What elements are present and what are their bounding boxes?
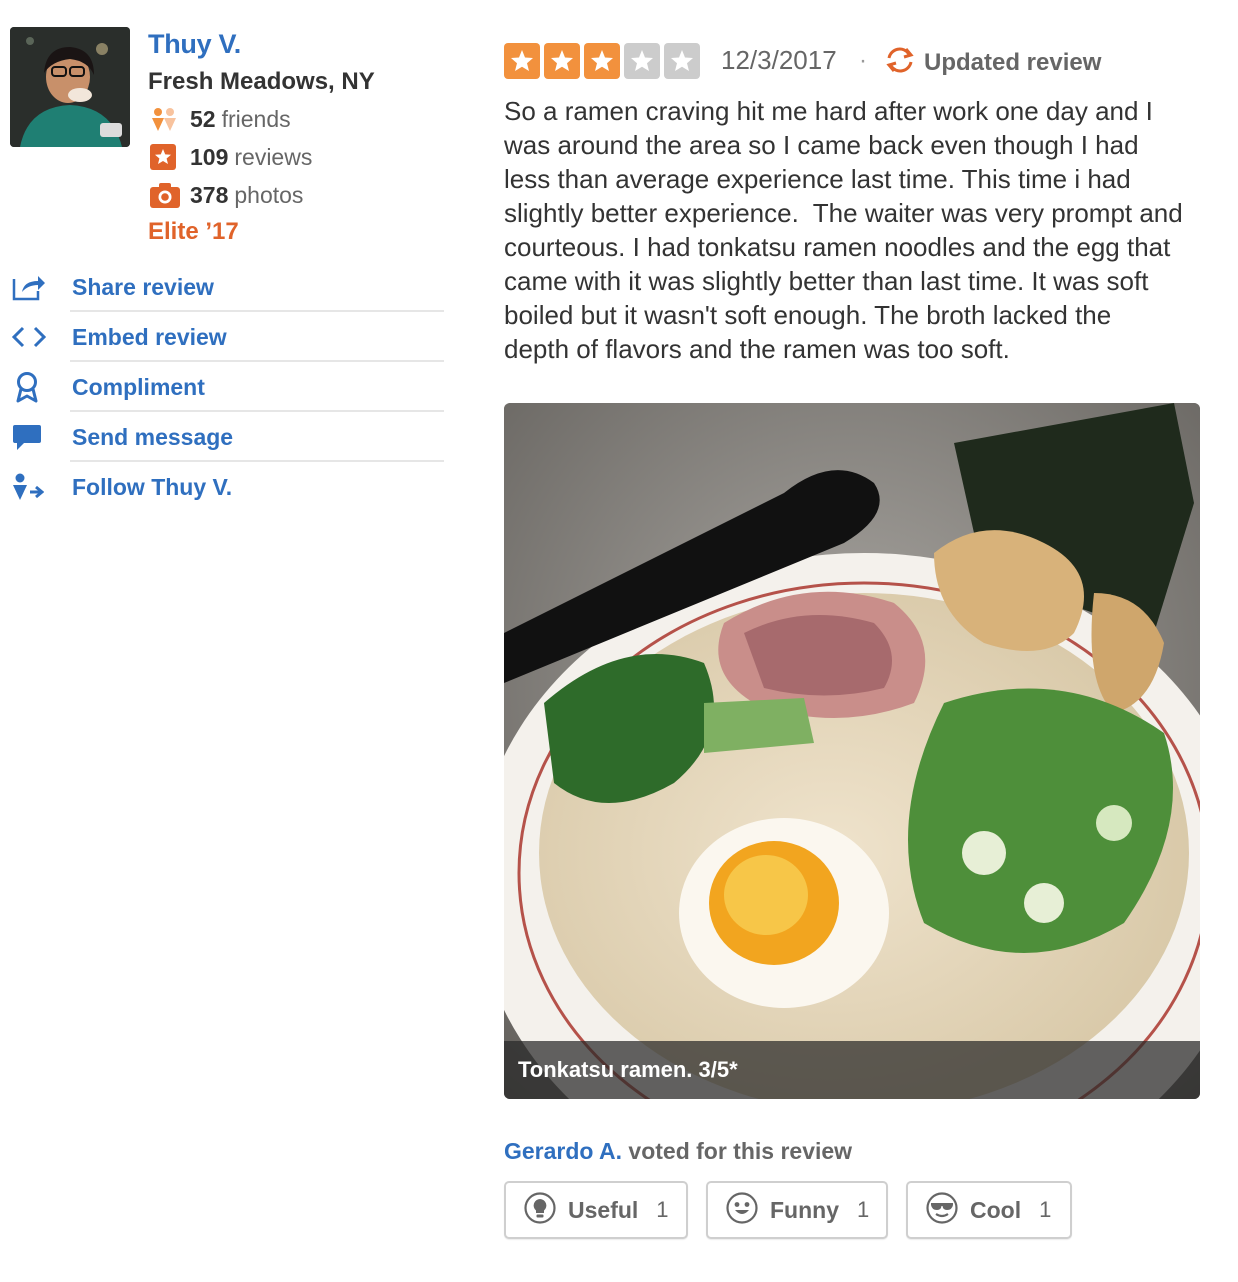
reviews-stat: 109 reviews (150, 143, 312, 171)
send-message-label: Send message (72, 423, 234, 450)
embed-review-link[interactable]: Embed review (10, 312, 444, 362)
review-date: 12/3/2017 (721, 45, 837, 75)
vote-buttons: Useful 1 Funny 1 Cool 1 (504, 1181, 1072, 1239)
useful-button[interactable]: Useful 1 (504, 1181, 688, 1239)
updated-review-label: Updated review (924, 48, 1102, 76)
smiley-icon (726, 1191, 758, 1229)
reviews-label: reviews (234, 143, 313, 170)
funny-label: Funny (770, 1196, 839, 1223)
cool-count: 1 (1039, 1197, 1052, 1222)
review-photo[interactable]: Tonkatsu ramen. 3/5* (504, 403, 1200, 1099)
follow-user-link[interactable]: Follow Thuy V. (10, 462, 444, 512)
friends-label: friends (221, 105, 291, 132)
funny-button[interactable]: Funny 1 (706, 1181, 888, 1239)
review-text: So a ramen craving hit me hard after wor… (504, 96, 1183, 364)
review-star-icon (150, 143, 182, 171)
elite-badge[interactable]: Elite ’17 (148, 218, 239, 246)
star-empty-icon (624, 43, 660, 79)
voted-notice: Gerardo A. voted for this review (504, 1138, 852, 1165)
photos-label: photos (234, 181, 304, 208)
star-rating (504, 43, 700, 79)
speech-bubble-icon (10, 423, 72, 451)
code-brackets-icon (10, 325, 72, 349)
sunglasses-face-icon (926, 1191, 958, 1229)
friends-count: 52 (190, 105, 216, 132)
photos-stat: 378 photos (150, 181, 303, 209)
voter-name-link[interactable]: Gerardo A. (504, 1138, 622, 1164)
lightbulb-icon (524, 1191, 556, 1229)
share-review-label: Share review (72, 273, 214, 300)
share-icon (10, 273, 72, 301)
photo-caption: Tonkatsu ramen. 3/5* (504, 1041, 1200, 1099)
star-filled-icon (544, 43, 580, 79)
reviews-count: 109 (190, 143, 229, 170)
review-actions: Share review Embed review Compliment Sen… (10, 262, 444, 512)
cool-button[interactable]: Cool 1 (906, 1181, 1072, 1239)
share-review-link[interactable]: Share review (10, 262, 444, 312)
star-filled-icon (584, 43, 620, 79)
compliment-link[interactable]: Compliment (10, 362, 444, 412)
user-location: Fresh Meadows, NY (148, 68, 375, 95)
follow-person-icon (10, 473, 72, 501)
star-empty-icon (664, 43, 700, 79)
user-avatar[interactable] (10, 27, 130, 147)
compliment-label: Compliment (72, 373, 205, 400)
camera-icon (150, 181, 182, 209)
embed-review-label: Embed review (72, 323, 227, 350)
send-message-link[interactable]: Send message (10, 412, 444, 462)
cool-label: Cool (970, 1196, 1022, 1223)
useful-count: 1 (656, 1197, 669, 1222)
user-name[interactable]: Thuy V. (148, 29, 241, 60)
star-filled-icon (504, 43, 540, 79)
photos-count: 378 (190, 181, 229, 208)
updated-review-link[interactable]: Updated review (884, 46, 1101, 79)
refresh-icon (884, 46, 916, 79)
separator-dot: · (859, 47, 867, 74)
friends-icon (150, 105, 182, 133)
ramen-photo-image (504, 403, 1200, 1099)
award-ribbon-icon (10, 371, 72, 403)
friends-stat: 52 friends (150, 105, 291, 133)
useful-label: Useful (568, 1196, 639, 1223)
voted-text: voted for this review (622, 1138, 853, 1164)
funny-count: 1 (857, 1197, 870, 1222)
follow-user-label: Follow Thuy V. (72, 473, 233, 500)
